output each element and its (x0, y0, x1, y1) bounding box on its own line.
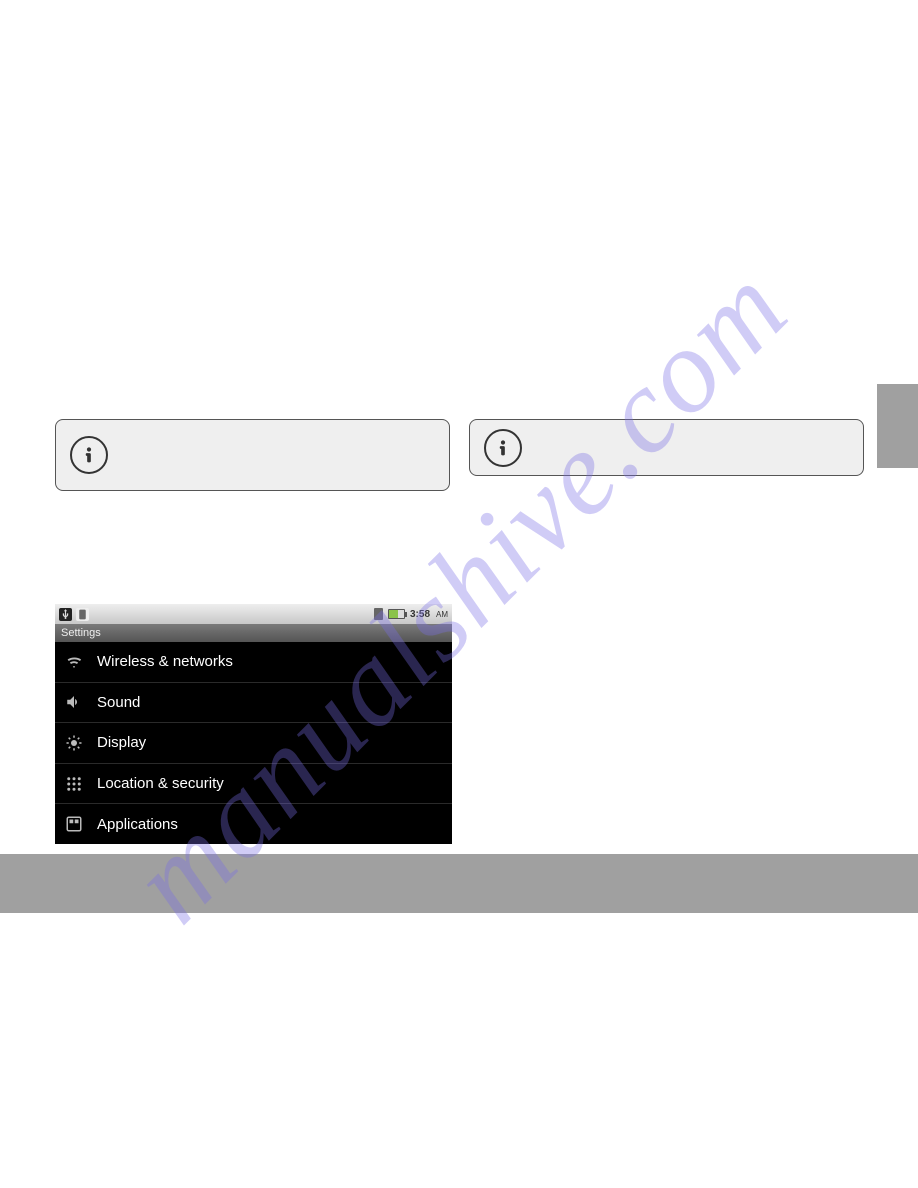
android-status-bar: 3:58 AM (55, 604, 452, 624)
settings-item-label: Sound (97, 694, 140, 711)
android-settings-screenshot: 3:58 AM Settings Wireless & networks Sou… (55, 604, 452, 844)
status-time: 3:58 (410, 609, 430, 620)
brightness-icon (65, 734, 83, 752)
settings-item-applications[interactable]: Applications (55, 804, 452, 844)
sound-icon (65, 693, 83, 711)
page-side-tab (877, 384, 918, 468)
notification-icon (76, 608, 89, 621)
status-ampm: AM (436, 610, 448, 619)
settings-item-display[interactable]: Display (55, 723, 452, 764)
usb-icon (59, 608, 72, 621)
info-icon (484, 429, 522, 467)
battery-icon (388, 609, 405, 619)
settings-item-label: Applications (97, 816, 178, 833)
settings-list: Wireless & networks Sound Display Locati… (55, 642, 452, 844)
status-bar-right: 3:58 AM (374, 608, 448, 620)
info-icon (70, 436, 108, 474)
status-bar-left (59, 608, 89, 621)
apps-icon (65, 815, 83, 833)
info-note-box-right (469, 419, 864, 476)
settings-item-location-security[interactable]: Location & security (55, 764, 452, 805)
settings-item-label: Display (97, 734, 146, 751)
page-footer-bar (0, 854, 918, 913)
wifi-icon (65, 653, 83, 671)
settings-item-sound[interactable]: Sound (55, 683, 452, 724)
grid-icon (65, 775, 83, 793)
settings-title: Settings (61, 627, 101, 639)
info-note-box-left (55, 419, 450, 491)
settings-item-wireless[interactable]: Wireless & networks (55, 642, 452, 683)
settings-item-label: Wireless & networks (97, 653, 233, 670)
settings-item-label: Location & security (97, 775, 224, 792)
settings-title-bar: Settings (55, 624, 452, 642)
sd-card-icon (374, 608, 383, 620)
